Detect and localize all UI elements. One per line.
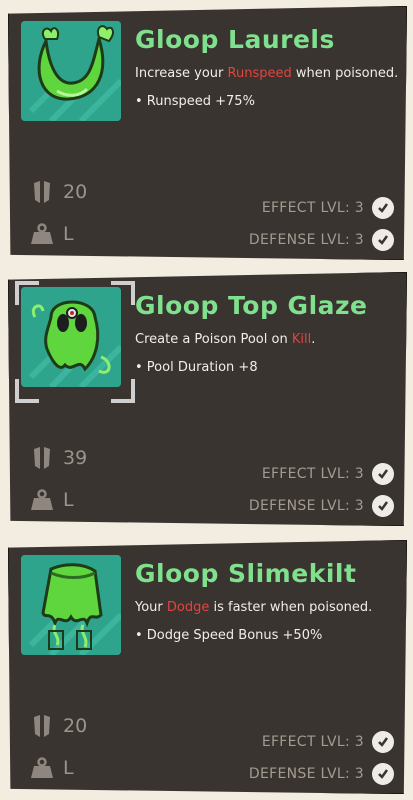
defense-stat: 20 <box>29 713 87 739</box>
item-description: Your Dodge is faster when poisoned. <box>135 600 373 615</box>
highlight-keyword: Dodge <box>166 600 210 615</box>
item-title: Gloop Slimekilt <box>135 559 357 588</box>
check-icon <box>372 731 394 753</box>
highlight-keyword: Runspeed <box>227 66 292 81</box>
item-title: Gloop Top Glaze <box>135 291 368 320</box>
weight-icon <box>29 487 55 513</box>
effect-level: EFFECT LVL: 3 <box>262 197 394 219</box>
weight-value: L <box>63 223 74 245</box>
weight-stat: L <box>29 755 74 781</box>
defense-level: DEFENSE LVL: 3 <box>249 763 394 785</box>
weight-icon <box>29 755 55 781</box>
check-icon <box>372 495 394 517</box>
defense-level: DEFENSE LVL: 3 <box>249 495 394 517</box>
check-icon <box>372 229 394 251</box>
effect-level: EFFECT LVL: 3 <box>262 731 394 753</box>
frame-corner <box>15 281 39 305</box>
armor-icon <box>29 713 55 739</box>
weight-value: L <box>63 489 74 511</box>
item-bonus: • Dodge Speed Bonus +50% <box>135 628 323 643</box>
frame-corner <box>111 281 135 305</box>
check-icon <box>372 463 394 485</box>
item-description: Create a Poison Pool on Kill. <box>135 332 316 347</box>
slime-kilt-icon <box>21 555 121 655</box>
item-title: Gloop Laurels <box>135 25 335 54</box>
item-card-gloop-slimekilt[interactable]: Gloop Slimekilt Your Dodge is faster whe… <box>8 540 407 794</box>
item-description: Increase your Runspeed when poisoned. <box>135 66 399 81</box>
frame-corner <box>111 379 135 403</box>
check-icon <box>372 197 394 219</box>
item-bonus: • Runspeed +75% <box>135 94 255 109</box>
defense-value: 20 <box>63 181 88 203</box>
weight-stat: L <box>29 487 74 513</box>
laurels-icon <box>21 21 121 121</box>
highlight-keyword: Kill <box>291 332 312 347</box>
item-bonus: • Pool Duration +8 <box>135 360 258 375</box>
armor-icon <box>29 179 55 205</box>
defense-value: 20 <box>63 715 88 737</box>
check-icon <box>372 763 394 785</box>
item-card-gloop-top-glaze[interactable]: Gloop Top Glaze Create a Poison Pool on … <box>8 272 407 526</box>
weight-stat: L <box>29 221 74 247</box>
armor-icon <box>29 445 55 471</box>
weight-value: L <box>63 757 74 779</box>
weight-icon <box>29 221 55 247</box>
defense-stat: 20 <box>29 179 87 205</box>
item-card-gloop-laurels[interactable]: Gloop Laurels Increase your Runspeed whe… <box>8 6 407 260</box>
defense-value: 39 <box>63 447 88 469</box>
defense-stat: 39 <box>29 445 87 471</box>
effect-level: EFFECT LVL: 3 <box>262 463 394 485</box>
defense-level: DEFENSE LVL: 3 <box>249 229 394 251</box>
frame-corner <box>15 379 39 403</box>
